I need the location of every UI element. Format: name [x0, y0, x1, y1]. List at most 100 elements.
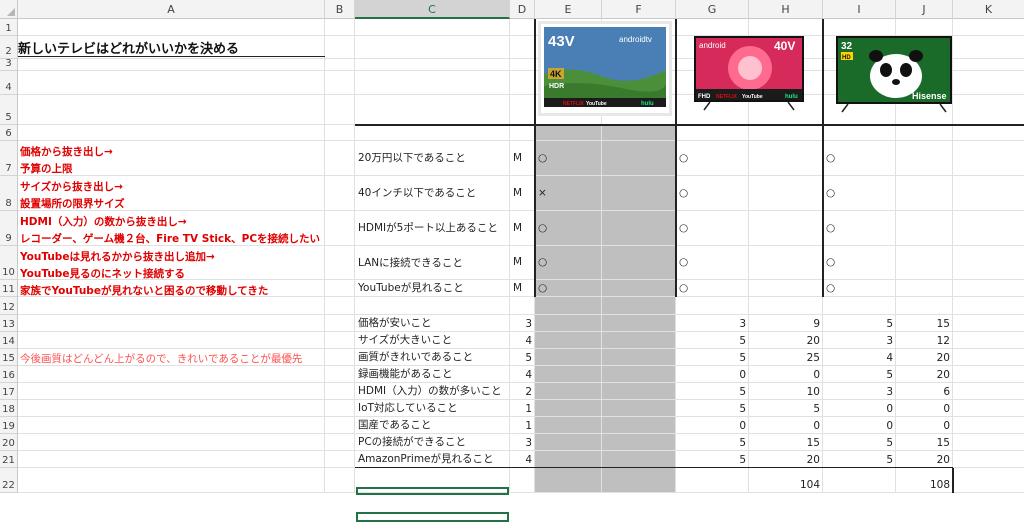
row-header-9[interactable]: 9: [0, 211, 18, 246]
must-criterion-label[interactable]: YouTubeが見れること: [355, 280, 510, 297]
tv3-weighted-score[interactable]: 20: [896, 451, 953, 468]
want-weight[interactable]: 1: [510, 417, 535, 434]
tv3-score[interactable]: 4: [823, 349, 896, 366]
row-header-14[interactable]: 14: [0, 332, 18, 349]
must-criterion-label[interactable]: 40インチ以下であること: [355, 176, 510, 211]
row-header-22[interactable]: 22: [0, 468, 18, 493]
tv2-score[interactable]: 5: [676, 332, 749, 349]
tv2-total[interactable]: 104: [749, 468, 823, 493]
column-header-B[interactable]: B: [325, 0, 355, 19]
tv2-score[interactable]: 5: [676, 434, 749, 451]
tv2-score[interactable]: 5: [676, 451, 749, 468]
tv3-score[interactable]: 3: [823, 332, 896, 349]
want-criterion-label[interactable]: 価格が安いこと: [355, 315, 510, 332]
want-criterion-label[interactable]: IoT対応していること: [355, 400, 510, 417]
want-criterion-label[interactable]: PCの接続ができること: [355, 434, 510, 451]
tv2-score[interactable]: 0: [676, 366, 749, 383]
must-flag[interactable]: M: [510, 176, 535, 211]
tv2-weighted-score[interactable]: 10: [749, 383, 823, 400]
tv2-score[interactable]: 5: [676, 383, 749, 400]
want-criterion-label[interactable]: 録画機能があること: [355, 366, 510, 383]
want-weight[interactable]: 5: [510, 349, 535, 366]
tv3-weighted-score[interactable]: 15: [896, 434, 953, 451]
must-flag[interactable]: M: [510, 141, 535, 176]
tv3-weighted-score[interactable]: 20: [896, 366, 953, 383]
tv3-must-check[interactable]: ○: [823, 176, 896, 211]
column-header-K[interactable]: K: [953, 0, 1024, 19]
row-header-8[interactable]: 8: [0, 176, 18, 211]
must-flag[interactable]: M: [510, 211, 535, 246]
active-cell[interactable]: [356, 512, 509, 522]
want-weight[interactable]: 4: [510, 451, 535, 468]
column-header-F[interactable]: F: [602, 0, 676, 19]
tv2-score[interactable]: 5: [676, 349, 749, 366]
tv2-must-check[interactable]: ○: [676, 211, 749, 246]
row-header-7[interactable]: 7: [0, 141, 18, 176]
row-header-17[interactable]: 17: [0, 383, 18, 400]
row-header-5[interactable]: 5: [0, 95, 18, 125]
column-header-I[interactable]: I: [823, 0, 896, 19]
column-header-J[interactable]: J: [896, 0, 953, 19]
row-header-19[interactable]: 19: [0, 417, 18, 434]
row-header-6[interactable]: 6: [0, 125, 18, 141]
tv3-weighted-score[interactable]: 15: [896, 315, 953, 332]
tv2-weighted-score[interactable]: 20: [749, 332, 823, 349]
tv3-score[interactable]: 5: [823, 315, 896, 332]
want-criterion-label[interactable]: 画質がきれいであること: [355, 349, 510, 366]
want-weight[interactable]: 1: [510, 400, 535, 417]
row-header-2[interactable]: 2: [0, 36, 18, 59]
row-header-18[interactable]: 18: [0, 400, 18, 417]
row-header-1[interactable]: 1: [0, 19, 18, 36]
tv3-score[interactable]: 5: [823, 434, 896, 451]
want-criterion-label[interactable]: 国産であること: [355, 417, 510, 434]
tv1-must-check[interactable]: ○: [535, 280, 602, 297]
tv3-must-check[interactable]: ○: [823, 246, 896, 280]
want-weight[interactable]: 3: [510, 434, 535, 451]
row-header-16[interactable]: 16: [0, 366, 18, 383]
row-header-3[interactable]: 3: [0, 58, 18, 71]
tv2-score[interactable]: 3: [676, 315, 749, 332]
must-criterion-label[interactable]: HDMIが5ポート以上あること: [355, 211, 510, 246]
column-header-C[interactable]: C: [355, 0, 510, 19]
tv2-must-check[interactable]: ○: [676, 280, 749, 297]
want-weight[interactable]: 4: [510, 366, 535, 383]
tv3-score[interactable]: 0: [823, 400, 896, 417]
tv3-score[interactable]: 5: [823, 366, 896, 383]
must-criterion-label[interactable]: LANに接続できること: [355, 246, 510, 280]
active-cell-c23[interactable]: [356, 487, 509, 495]
must-criterion-label[interactable]: 20万円以下であること: [355, 141, 510, 176]
tv3-must-check[interactable]: ○: [823, 211, 896, 246]
tv3-weighted-score[interactable]: 0: [896, 400, 953, 417]
column-header-E[interactable]: E: [535, 0, 602, 19]
select-all-corner[interactable]: [0, 0, 18, 19]
column-header-G[interactable]: G: [676, 0, 749, 19]
want-weight[interactable]: 3: [510, 315, 535, 332]
tv2-weighted-score[interactable]: 9: [749, 315, 823, 332]
row-header-11[interactable]: 11: [0, 280, 18, 297]
want-weight[interactable]: 4: [510, 332, 535, 349]
tv3-weighted-score[interactable]: 20: [896, 349, 953, 366]
row-header-4[interactable]: 4: [0, 71, 18, 95]
tv3-must-check[interactable]: ○: [823, 141, 896, 176]
row-header-13[interactable]: 13: [0, 315, 18, 332]
tv2-weighted-score[interactable]: 5: [749, 400, 823, 417]
row-header-12[interactable]: 12: [0, 297, 18, 315]
tv3-weighted-score[interactable]: 12: [896, 332, 953, 349]
tv1-must-check[interactable]: ○: [535, 141, 602, 176]
column-header-H[interactable]: H: [749, 0, 823, 19]
spreadsheet-grid[interactable]: A B C D E F G H I J K 1 2 3 4 5 6 7 8 9 10 11 12 13 14 15 16 17 18 19…: [0, 0, 1024, 522]
must-flag[interactable]: M: [510, 280, 535, 297]
tv2-weighted-score[interactable]: 25: [749, 349, 823, 366]
tv1-must-check[interactable]: ○: [535, 211, 602, 246]
column-header-D[interactable]: D: [510, 0, 535, 19]
must-flag[interactable]: M: [510, 246, 535, 280]
tv2-must-check[interactable]: ○: [676, 141, 749, 176]
want-criterion-label[interactable]: HDMI（入力）の数が多いこと: [355, 383, 510, 400]
tv3-must-check[interactable]: ○: [823, 280, 896, 297]
want-criterion-label[interactable]: AmazonPrimeが見れること: [355, 451, 510, 468]
tv2-weighted-score[interactable]: 0: [749, 417, 823, 434]
tv3-total[interactable]: 108: [896, 468, 953, 493]
tv3-score[interactable]: 3: [823, 383, 896, 400]
tv3-score[interactable]: 0: [823, 417, 896, 434]
tv1-must-check[interactable]: ○: [535, 246, 602, 280]
